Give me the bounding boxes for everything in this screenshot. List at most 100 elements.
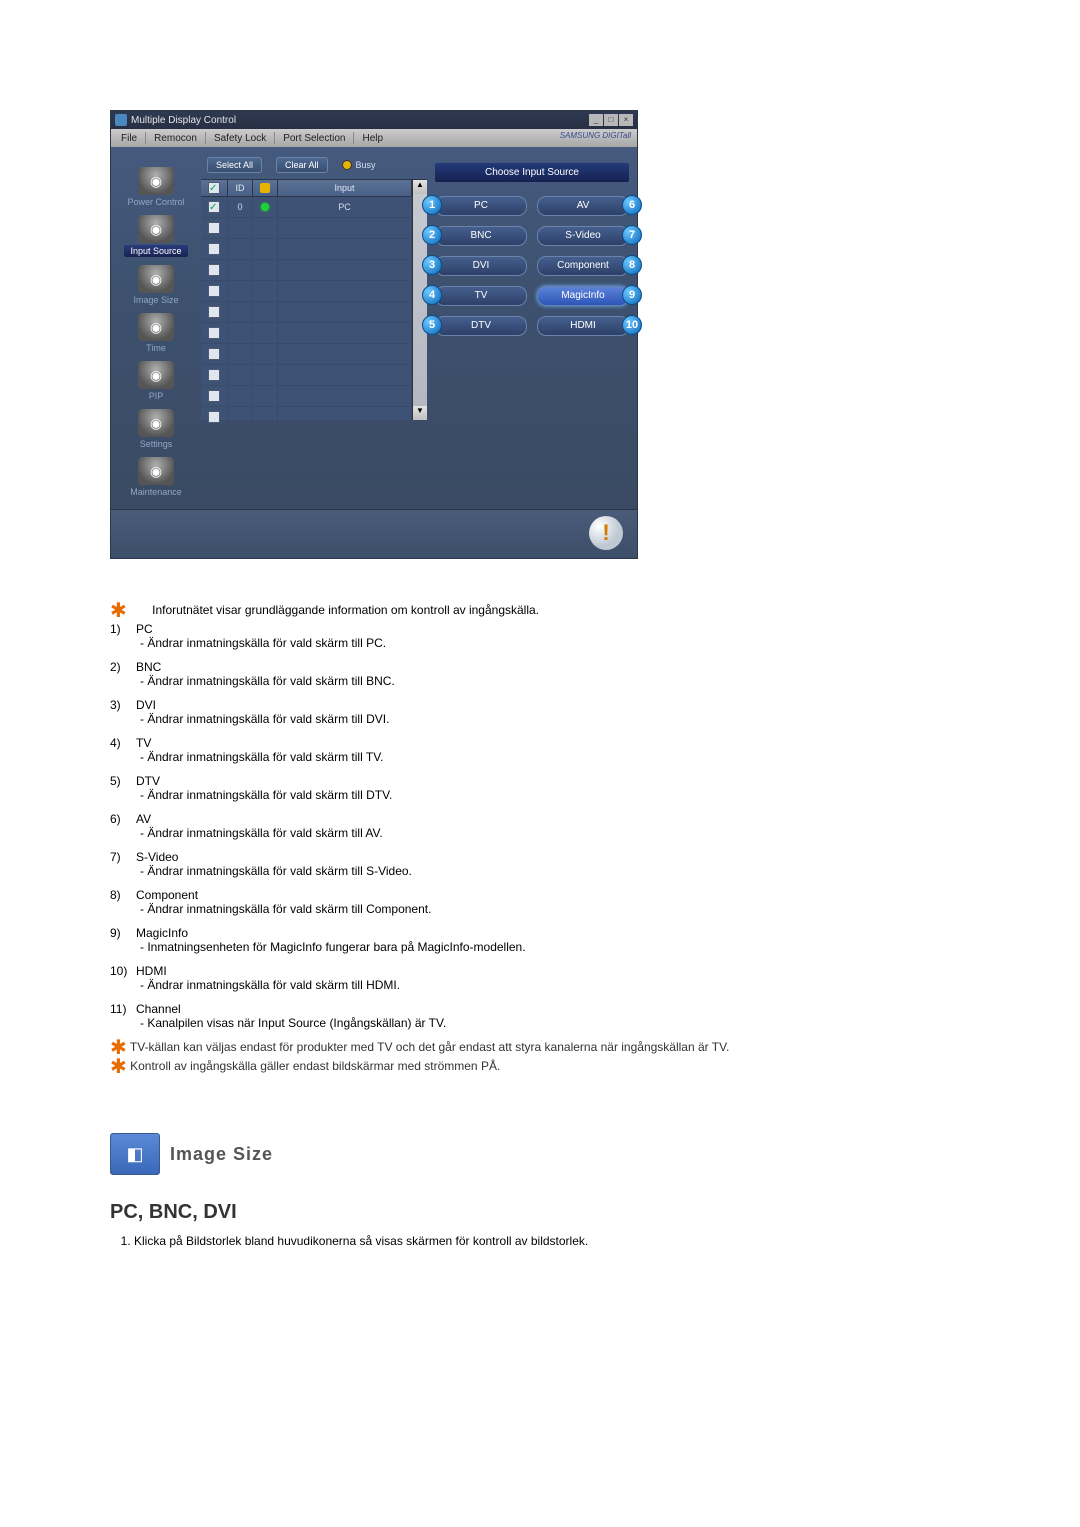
row-input: [278, 323, 412, 343]
source-number-badge: 6: [622, 195, 642, 215]
source-hdmi-button[interactable]: HDMI10: [537, 316, 629, 336]
definition-item: 3)DVI- Ändrar inmatningskälla för vald s…: [110, 698, 1010, 726]
definition-item: 10)HDMI- Ändrar inmatningskälla för vald…: [110, 964, 1010, 992]
table-row[interactable]: [201, 239, 412, 260]
right-panel-title: Choose Input Source: [435, 163, 629, 182]
app-window: Multiple Display Control _ □ × File Remo…: [110, 110, 638, 559]
scroll-up-icon[interactable]: ▲: [413, 180, 427, 194]
maximize-button[interactable]: □: [604, 114, 618, 126]
power-led-icon: [261, 203, 269, 211]
sidebar-item-label: Time: [146, 343, 166, 353]
row-checkbox[interactable]: [208, 327, 220, 339]
source-av-button[interactable]: AV6: [537, 196, 629, 216]
definition-item: 1)PC- Ändrar inmatningskälla för vald sk…: [110, 622, 1010, 650]
row-checkbox[interactable]: [208, 306, 220, 318]
row-input: [278, 260, 412, 280]
sidebar-item-time[interactable]: ◉Time: [113, 313, 199, 353]
row-checkbox[interactable]: [208, 222, 220, 234]
source-dtv-button[interactable]: DTV5: [435, 316, 527, 336]
table-row[interactable]: [201, 281, 412, 302]
source-bnc-button[interactable]: BNC2: [435, 226, 527, 246]
source-label: HDMI: [570, 320, 596, 331]
row-input: [278, 302, 412, 322]
sub-heading: PC, BNC, DVI: [110, 1201, 1010, 1224]
row-id: [228, 239, 253, 259]
scroll-down-icon[interactable]: ▼: [413, 406, 427, 420]
def-num: 11): [110, 1002, 136, 1016]
source-number-badge: 7: [622, 225, 642, 245]
table-row[interactable]: [201, 386, 412, 407]
sidebar-item-settings[interactable]: ◉Settings: [113, 409, 199, 449]
source-magicinfo-button[interactable]: MagicInfo9: [537, 286, 629, 306]
sidebar-icon: ◉: [138, 167, 174, 195]
def-desc: - Ändrar inmatningskälla för vald skärm …: [140, 750, 1010, 764]
def-term: DVI: [136, 698, 156, 712]
source-number-badge: 3: [422, 255, 442, 275]
def-desc: - Inmatningsenheten för MagicInfo funger…: [140, 940, 1010, 954]
row-checkbox[interactable]: [208, 285, 220, 297]
def-desc: - Ändrar inmatningskälla för vald skärm …: [140, 788, 1010, 802]
sidebar-item-pip[interactable]: ◉PIP: [113, 361, 199, 401]
row-input: [278, 281, 412, 301]
table-row[interactable]: [201, 302, 412, 323]
row-checkbox[interactable]: [208, 411, 220, 423]
titlebar: Multiple Display Control _ □ ×: [111, 111, 637, 129]
row-input: [278, 386, 412, 406]
select-all-button[interactable]: Select All: [207, 157, 262, 173]
source-dvi-button[interactable]: DVI3: [435, 256, 527, 276]
source-component-button[interactable]: Component8: [537, 256, 629, 276]
row-id: [228, 344, 253, 364]
row-checkbox[interactable]: [208, 201, 220, 213]
table-row[interactable]: [201, 323, 412, 344]
sidebar-icon: ◉: [138, 265, 174, 293]
source-label: AV: [577, 200, 590, 211]
source-pc-button[interactable]: PC1: [435, 196, 527, 216]
row-checkbox[interactable]: [208, 243, 220, 255]
col-id-header[interactable]: ID: [228, 180, 253, 196]
star-icon: ✱: [110, 600, 127, 622]
row-checkbox[interactable]: [208, 390, 220, 402]
source-label: Component: [557, 260, 609, 271]
menu-file[interactable]: File: [115, 133, 143, 144]
table-row[interactable]: [201, 365, 412, 386]
sidebar-item-power-control[interactable]: ◉Power Control: [113, 167, 199, 207]
row-id: 0: [228, 197, 253, 217]
row-input: [278, 407, 412, 427]
source-tv-button[interactable]: TV4: [435, 286, 527, 306]
table-row[interactable]: [201, 218, 412, 239]
row-id: [228, 218, 253, 238]
row-checkbox[interactable]: [208, 264, 220, 276]
image-size-icon: ◧: [110, 1133, 160, 1175]
clear-all-button[interactable]: Clear All: [276, 157, 328, 173]
source-svideo-button[interactable]: S-Video7: [537, 226, 629, 246]
busy-label: Busy: [356, 160, 376, 170]
row-input: [278, 218, 412, 238]
row-id: [228, 323, 253, 343]
row-checkbox[interactable]: [208, 348, 220, 360]
source-number-badge: 8: [622, 255, 642, 275]
minimize-button[interactable]: _: [589, 114, 603, 126]
sidebar-item-input-source[interactable]: ◉Input Source: [113, 215, 199, 257]
def-term: AV: [136, 812, 151, 826]
def-desc: - Kanalpilen visas när Input Source (Ing…: [140, 1016, 1010, 1030]
menu-port-selection[interactable]: Port Selection: [277, 133, 351, 144]
menu-safety-lock[interactable]: Safety Lock: [208, 133, 272, 144]
menu-remocon[interactable]: Remocon: [148, 133, 203, 144]
def-term: MagicInfo: [136, 926, 188, 940]
table-row[interactable]: 0PC: [201, 197, 412, 218]
table-row[interactable]: [201, 260, 412, 281]
menu-help[interactable]: Help: [356, 133, 389, 144]
source-number-badge: 10: [622, 315, 642, 335]
row-input: [278, 344, 412, 364]
col-power-header[interactable]: [253, 180, 278, 196]
table-row[interactable]: [201, 344, 412, 365]
source-number-badge: 2: [422, 225, 442, 245]
col-check-header[interactable]: [201, 180, 228, 196]
close-button[interactable]: ×: [619, 114, 633, 126]
row-checkbox[interactable]: [208, 369, 220, 381]
col-input-header[interactable]: Input: [278, 180, 412, 196]
sidebar-item-maintenance[interactable]: ◉Maintenance: [113, 457, 199, 497]
sidebar-item-image-size[interactable]: ◉Image Size: [113, 265, 199, 305]
table-row[interactable]: [201, 407, 412, 428]
note-tv: TV-källan kan väljas endast för produkte…: [130, 1040, 729, 1054]
